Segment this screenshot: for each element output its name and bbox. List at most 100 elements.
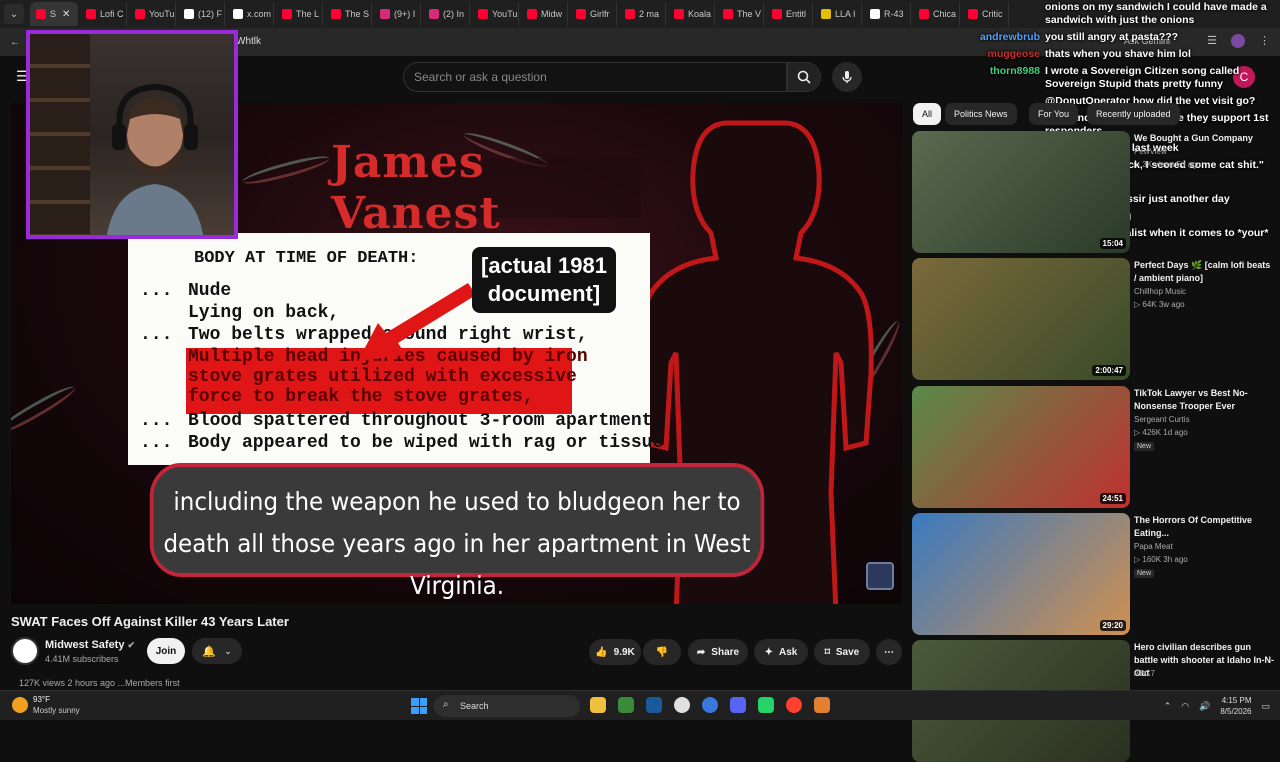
thumbs-down-icon: 👎 xyxy=(655,646,669,658)
related-channel-name[interactable]: ABC7 xyxy=(1134,669,1155,678)
related-video-title[interactable]: Perfect Days 🌿 [calm lofi beats / ambien… xyxy=(1134,259,1274,285)
related-channel-name[interactable]: Sergeant Curtis xyxy=(1134,415,1190,424)
browser-tab[interactable]: (2) In xyxy=(423,2,470,26)
filter-chip[interactable]: Recently uploaded xyxy=(1087,103,1180,125)
tab-search-button[interactable]: ⌄ xyxy=(4,4,24,24)
browser-tab[interactable]: (12) F xyxy=(178,2,225,26)
channel-name[interactable]: Midwest Safety ✔ xyxy=(45,639,135,651)
browser-tab[interactable]: Chica xyxy=(913,2,960,26)
taskbar-app-icon[interactable] xyxy=(590,697,606,713)
taskbar-search[interactable]: ⌕ Search xyxy=(434,695,580,717)
join-button[interactable]: Join xyxy=(147,638,185,664)
taskbar-app-icon[interactable] xyxy=(618,697,634,713)
taskbar-app-icon[interactable] xyxy=(730,697,746,713)
voice-search-button[interactable] xyxy=(832,62,862,92)
tab-favicon-icon xyxy=(86,9,96,19)
browser-tab[interactable]: YouTu xyxy=(472,2,519,26)
related-video-title[interactable]: TikTok Lawyer vs Best No-Nonsense Troope… xyxy=(1134,387,1274,413)
tab-close-icon[interactable]: ✕ xyxy=(62,9,70,20)
browser-tab[interactable]: (9+) I xyxy=(374,2,421,26)
browser-tab[interactable]: Entitl xyxy=(766,2,813,26)
filter-chip[interactable]: Politics News xyxy=(945,103,1017,125)
browser-tab[interactable]: The S xyxy=(325,2,372,26)
channel-watermark[interactable] xyxy=(866,562,894,590)
browser-tab[interactable]: R-43 xyxy=(864,2,911,26)
like-button[interactable]: 👍 9.9K xyxy=(589,639,641,665)
browser-tab[interactable]: YouTu xyxy=(129,2,176,26)
related-channel-name[interactable]: Papa Meat xyxy=(1134,542,1173,551)
volume-icon[interactable]: 🔊 xyxy=(1199,701,1210,712)
document-line-text: force to break the stove grates, xyxy=(188,387,534,407)
filter-chip[interactable]: For You xyxy=(1029,103,1079,125)
browser-tab[interactable]: Girlfr xyxy=(570,2,617,26)
related-thumbnail[interactable]: 24:51 xyxy=(912,386,1130,508)
browser-tab[interactable]: Koala xyxy=(668,2,715,26)
chat-text: onions on my sandwich I could have made … xyxy=(1045,1,1267,26)
channel-name-text[interactable]: Midwest Safety xyxy=(45,639,124,651)
windows-start-icon[interactable] xyxy=(411,698,427,714)
related-thumbnail[interactable]: 15:04 xyxy=(912,131,1130,253)
browser-tab[interactable]: The V xyxy=(717,2,764,26)
browser-tab[interactable]: The L xyxy=(276,2,323,26)
tab-label: (2) In xyxy=(443,9,465,19)
tab-label: Midw xyxy=(541,9,563,19)
browser-tab[interactable]: LLA I xyxy=(815,2,862,26)
chat-username[interactable]: thorn8988 xyxy=(990,65,1040,78)
ask-button[interactable]: ✦ Ask xyxy=(754,639,808,665)
views-date[interactable]: 127K views 2 hours ago ...Members first xyxy=(11,678,902,690)
chat-username[interactable]: andrewbrub xyxy=(980,31,1040,44)
system-tray: ⌃ ◠ 🔊 4:15 PM 8/5/2026 ▭ xyxy=(1164,695,1270,717)
search-button[interactable] xyxy=(787,62,821,92)
police-document: BODY AT TIME OF DEATH: ... Nude Lying on b… xyxy=(128,233,663,465)
weather-temp[interactable]: 93°F xyxy=(33,695,50,704)
more-actions-button[interactable]: ⋯ xyxy=(876,639,902,665)
related-video-title[interactable]: Hero civilian describes gun battle with … xyxy=(1134,641,1274,680)
clock[interactable]: 4:15 PM 8/5/2026 xyxy=(1220,695,1251,717)
chat-text: I wrote a Sovereign Citizen song called … xyxy=(1045,65,1240,90)
browser-tab[interactable]: x.com xyxy=(227,2,274,26)
url-text[interactable]: Whtlk xyxy=(236,36,261,47)
related-channel-name[interactable]: Chillhop Music xyxy=(1134,287,1186,296)
taskbar-app-icon[interactable] xyxy=(786,697,802,713)
video-duration: 29:20 xyxy=(1099,620,1126,631)
related-thumbnail[interactable]: 29:20 xyxy=(912,513,1130,635)
search-input[interactable]: Search or ask a question xyxy=(403,62,787,92)
weather-sun-icon[interactable] xyxy=(12,697,28,713)
related-video-meta: ▷ 3K views 5d ago xyxy=(1134,160,1202,169)
weather-desc[interactable]: Mostly sunny xyxy=(33,706,80,715)
filter-chip[interactable]: All xyxy=(913,103,942,125)
taskbar-app-icon[interactable] xyxy=(758,697,774,713)
back-icon[interactable]: ← xyxy=(10,37,20,48)
taskbar-app-icon[interactable] xyxy=(646,697,662,713)
related-video-meta: ▷ 426K 1d ago xyxy=(1134,428,1188,437)
dislike-button[interactable]: 👎 xyxy=(643,639,681,665)
tab-label: Lofi C xyxy=(100,9,124,19)
document-line-dots: ... xyxy=(140,433,173,453)
tab-favicon-icon xyxy=(772,9,782,19)
notification-bell-button[interactable]: 🔔 ⌄ xyxy=(192,638,242,664)
share-button[interactable]: ➦ Share xyxy=(688,639,748,665)
browser-tab[interactable]: Midw xyxy=(521,2,568,26)
like-count: 9.9K xyxy=(613,646,635,658)
related-video-title[interactable]: We Bought a Gun Company xyxy=(1134,132,1274,145)
related-video-title[interactable]: The Horrors Of Competitive Eating... xyxy=(1134,514,1274,540)
chat-username[interactable]: muggeose xyxy=(987,48,1040,61)
browser-tab[interactable]: 2 ma xyxy=(619,2,666,26)
red-arrow-icon xyxy=(358,283,476,361)
channel-avatar[interactable] xyxy=(11,637,39,665)
dna-decoration xyxy=(240,151,332,189)
taskbar-app-icon[interactable] xyxy=(814,697,830,713)
save-button[interactable]: ⌑ Save xyxy=(814,639,870,665)
document-line: ... Blood spattered throughout 3-room apa… xyxy=(140,411,663,431)
wifi-icon[interactable]: ◠ xyxy=(1181,701,1189,712)
tab-favicon-icon xyxy=(968,9,978,19)
related-channel-name[interactable]: PewView xyxy=(1134,147,1167,156)
notification-icon[interactable]: ▭ xyxy=(1261,701,1270,712)
related-thumbnail[interactable]: 2:00:47 xyxy=(912,258,1130,380)
browser-tab[interactable]: S ✕ xyxy=(30,2,78,26)
tab-favicon-icon xyxy=(674,9,684,19)
browser-tab[interactable]: Lofi C xyxy=(80,2,127,26)
tray-chevron-icon[interactable]: ⌃ xyxy=(1164,701,1172,712)
taskbar-app-icon[interactable] xyxy=(702,697,718,713)
taskbar-app-icon[interactable] xyxy=(674,697,690,713)
